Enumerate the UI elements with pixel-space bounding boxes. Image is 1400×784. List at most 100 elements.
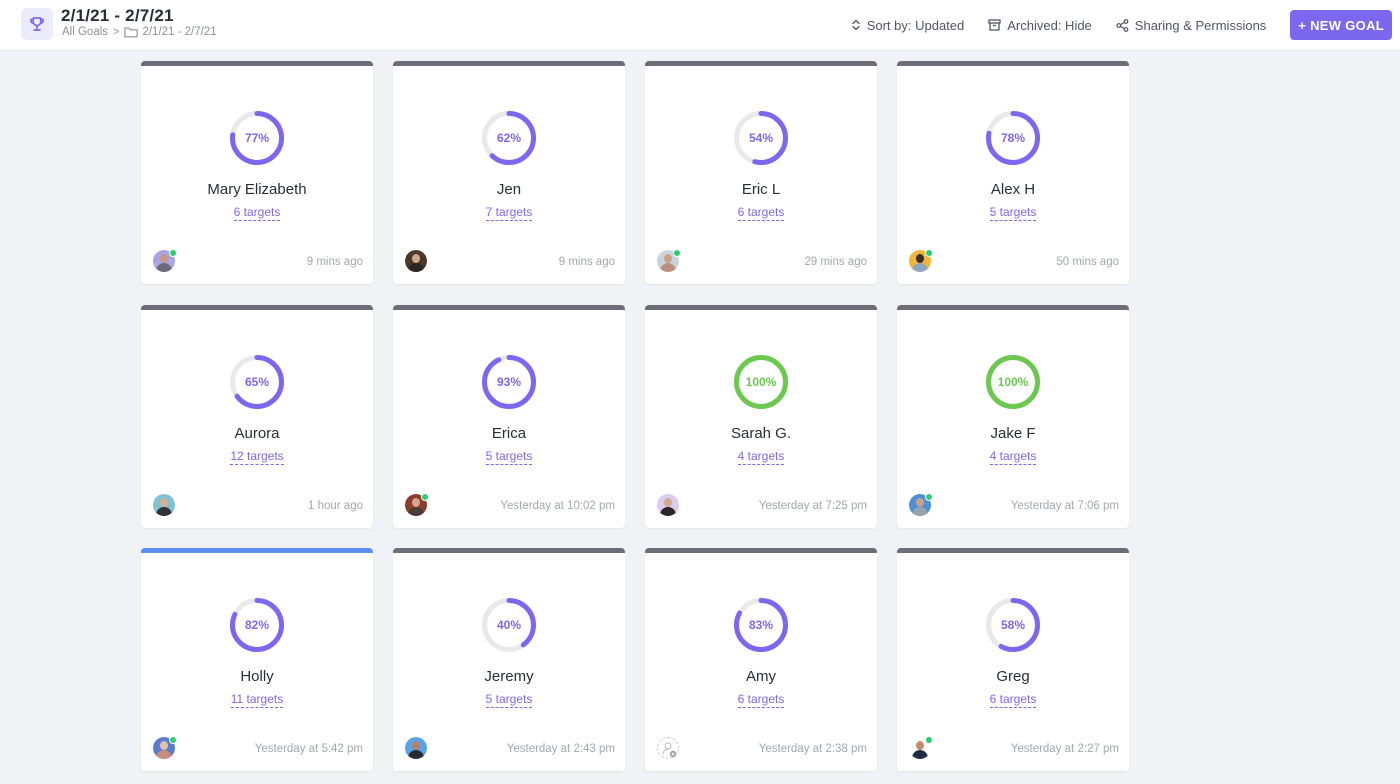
online-status-dot — [673, 249, 681, 257]
last-updated: 29 mins ago — [804, 256, 867, 268]
goal-card[interactable]: 100% Jake F 4 targets Yesterday at 7:06 … — [897, 304, 1129, 528]
archived-label: Archived: Hide — [1007, 17, 1092, 33]
avatar-body — [660, 263, 676, 272]
header: 2/1/21 - 2/7/21 All Goals > 2/1/21 - 2/7… — [0, 0, 1400, 51]
avatar[interactable] — [405, 250, 427, 272]
new-goal-button[interactable]: + NEW GOAL — [1290, 10, 1392, 40]
avatar-head — [664, 254, 672, 263]
goal-owner-name: Jake F — [990, 424, 1036, 442]
card-color-bar — [141, 548, 373, 553]
card-color-bar — [393, 61, 625, 66]
toolbar: Sort by: Updated Archived: Hide Sharing … — [851, 10, 1392, 40]
avatar[interactable] — [909, 492, 933, 516]
avatar-photo — [405, 250, 427, 272]
avatar[interactable] — [909, 736, 933, 759]
avatar[interactable] — [405, 492, 429, 516]
goal-card[interactable]: 78% Alex H 5 targets 50 mins ago — [897, 61, 1129, 284]
goal-owner-name: Sarah G. — [730, 424, 792, 442]
avatar-body — [912, 263, 928, 272]
goal-owner-name: Amy — [746, 668, 776, 685]
assign-owner-button[interactable] — [657, 737, 679, 759]
page-title: 2/1/21 - 2/7/21 — [61, 6, 174, 25]
card-color-bar — [141, 304, 373, 310]
goal-owner-name: Jeremy — [484, 668, 534, 685]
targets-link[interactable]: 6 targets — [989, 692, 1037, 708]
archived-toggle[interactable]: Archived: Hide — [988, 18, 1092, 33]
avatar-body — [408, 506, 424, 516]
progress-ring: 58% — [985, 597, 1041, 653]
avatar-head — [916, 497, 924, 507]
online-status-dot — [421, 492, 429, 501]
targets-link[interactable]: 6 targets — [737, 692, 785, 708]
targets-link[interactable]: 6 targets — [737, 205, 785, 221]
avatar-head — [412, 254, 420, 263]
avatar[interactable] — [153, 249, 177, 272]
breadcrumb-all-goals[interactable]: All Goals — [62, 26, 108, 38]
archive-icon — [988, 19, 1001, 31]
avatar[interactable] — [153, 736, 177, 759]
progress-percent: 93% — [496, 374, 522, 389]
last-updated: Yesterday at 7:06 pm — [1010, 499, 1119, 512]
online-status-dot — [925, 736, 933, 744]
progress-percent: 77% — [244, 131, 270, 145]
progress-percent: 100% — [997, 374, 1029, 389]
card-color-bar — [645, 548, 877, 553]
targets-link[interactable]: 4 targets — [989, 448, 1037, 465]
goal-card[interactable]: 65% Aurora 12 targets 1 hour ago — [141, 304, 373, 528]
goal-owner-name: Erica — [491, 424, 527, 442]
progress-ring: 40% — [481, 597, 537, 653]
targets-link[interactable]: 11 targets — [230, 692, 284, 708]
targets-link[interactable]: 5 targets — [989, 205, 1037, 221]
targets-link[interactable]: 7 targets — [485, 205, 533, 221]
goal-card[interactable]: 93% Erica 5 targets Yesterday at 10:02 p… — [393, 304, 625, 528]
card-color-bar — [897, 304, 1129, 310]
targets-link[interactable]: 12 targets — [230, 448, 284, 465]
avatar-head — [412, 741, 420, 750]
avatar-photo — [657, 493, 679, 516]
folder-icon — [124, 27, 139, 38]
last-updated: 1 hour ago — [308, 499, 363, 512]
targets-link[interactable]: 5 targets — [485, 448, 533, 465]
targets-container: 6 targets — [141, 203, 373, 221]
targets-container: 4 targets — [897, 447, 1129, 465]
progress-percent: 58% — [1000, 618, 1026, 632]
progress-percent: 40% — [496, 618, 522, 632]
sharing-label: Sharing & Permissions — [1134, 17, 1267, 33]
avatar-photo — [405, 737, 427, 759]
goal-card[interactable]: 82% Holly 11 targets Yesterday at 5:42 p… — [141, 548, 373, 771]
avatar-head — [160, 497, 168, 507]
avatar[interactable] — [657, 493, 679, 516]
avatar[interactable] — [909, 249, 933, 272]
sort-button[interactable]: Sort by: Updated — [851, 18, 964, 33]
progress-percent: 82% — [244, 618, 270, 632]
avatar-body — [660, 506, 676, 516]
progress-ring: 100% — [733, 354, 789, 410]
goal-card[interactable]: 40% Jeremy 5 targets Yesterday at 2:43 p… — [393, 548, 625, 771]
breadcrumb-current[interactable]: 2/1/21 - 2/7/21 — [142, 26, 216, 38]
progress-percent: 83% — [748, 618, 774, 632]
card-color-bar — [393, 304, 625, 310]
goal-card[interactable]: 83% Amy 6 targets Yesterday at 2:38 pm — [645, 548, 877, 771]
goal-card[interactable]: 58% Greg 6 targets Yesterday at 2:27 pm — [897, 548, 1129, 771]
goal-card[interactable]: 77% Mary Elizabeth 6 targets 9 mins ago — [141, 61, 373, 284]
goal-card[interactable]: 62% Jen 7 targets 9 mins ago — [393, 61, 625, 284]
online-status-dot — [169, 249, 177, 257]
avatar-body — [156, 506, 172, 516]
progress-ring: 54% — [733, 110, 789, 166]
last-updated: Yesterday at 5:42 pm — [254, 743, 363, 755]
targets-link[interactable]: 6 targets — [233, 205, 281, 221]
avatar[interactable] — [405, 737, 427, 759]
targets-container: 5 targets — [897, 203, 1129, 221]
avatar[interactable] — [153, 493, 175, 516]
avatar[interactable] — [657, 249, 681, 272]
goal-card[interactable]: 54% Eric L 6 targets 29 mins ago — [645, 61, 877, 284]
targets-link[interactable]: 4 targets — [737, 448, 785, 465]
goal-owner-name: Greg — [996, 668, 1030, 685]
online-status-dot — [925, 249, 933, 257]
last-updated: Yesterday at 2:27 pm — [1010, 743, 1119, 755]
targets-link[interactable]: 5 targets — [485, 692, 533, 708]
targets-container: 5 targets — [393, 447, 625, 465]
avatar-head — [412, 497, 420, 507]
sharing-permissions-button[interactable]: Sharing & Permissions — [1116, 17, 1267, 33]
goal-card[interactable]: 100% Sarah G. 4 targets Yesterday at 7:2… — [645, 304, 877, 528]
